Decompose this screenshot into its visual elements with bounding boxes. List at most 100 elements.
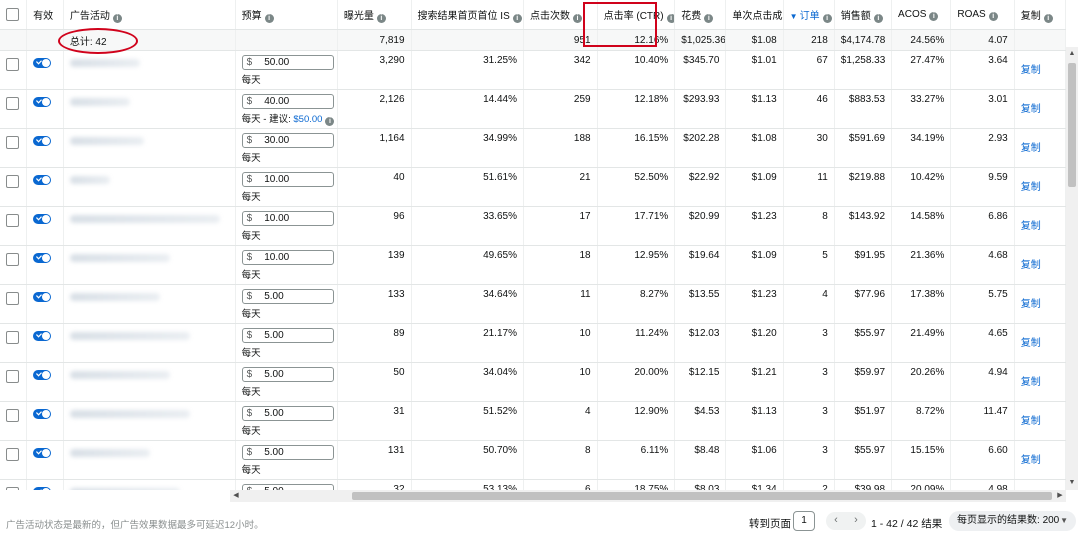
cell-ctr: 11.24%: [597, 323, 676, 363]
toggle-on-icon[interactable]: [33, 409, 52, 419]
copy-link[interactable]: 复制: [1021, 295, 1041, 310]
campaign-name-redacted[interactable]: [69, 98, 130, 106]
toggle-on-icon[interactable]: [33, 448, 52, 458]
campaign-name-redacted[interactable]: [69, 215, 220, 223]
info-icon[interactable]: i: [929, 11, 939, 21]
vertical-scroll-thumb[interactable]: [1068, 63, 1076, 187]
budget-suggestion-link[interactable]: $50.00: [293, 114, 322, 125]
budget-input[interactable]: $10.00: [241, 211, 334, 226]
row-checkbox[interactable]: [6, 331, 19, 344]
campaign-name-redacted[interactable]: [69, 488, 180, 490]
row-checkbox[interactable]: [6, 136, 19, 149]
horizontal-scroll-thumb[interactable]: [352, 492, 1052, 500]
info-icon[interactable]: i: [988, 11, 998, 21]
campaign-name-redacted[interactable]: [69, 332, 190, 340]
info-icon[interactable]: i: [112, 13, 122, 23]
per-page-select[interactable]: 每页显示的结果数: 200 ▼: [949, 511, 1076, 531]
row-checkbox[interactable]: [6, 370, 19, 383]
copy-link[interactable]: 复制: [1021, 139, 1041, 154]
header-orders[interactable]: ▼ 订单 i: [783, 0, 835, 30]
budget-input[interactable]: $10.00: [241, 172, 334, 187]
header-select-all[interactable]: [0, 0, 28, 30]
toggle-on-icon[interactable]: [33, 370, 52, 380]
scroll-down-icon[interactable]: ▼: [1066, 478, 1078, 488]
row-checkbox[interactable]: [6, 487, 19, 490]
header-impressions[interactable]: 曝光量 i: [337, 0, 412, 30]
info-icon[interactable]: i: [376, 13, 386, 23]
row-checkbox[interactable]: [6, 292, 19, 305]
toggle-on-icon[interactable]: [33, 214, 52, 224]
header-roas[interactable]: ROAS i: [950, 0, 1015, 30]
copy-link[interactable]: 复制: [1021, 334, 1041, 349]
chevron-left-icon[interactable]: ‹: [826, 512, 846, 530]
toggle-on-icon[interactable]: [33, 292, 52, 302]
header-ctr[interactable]: 点击率 (CTR) i: [597, 0, 676, 30]
header-budget[interactable]: 预算 i: [235, 0, 338, 30]
budget-input[interactable]: $10.00: [241, 250, 334, 265]
info-icon[interactable]: i: [704, 13, 714, 23]
scroll-left-icon[interactable]: ◀: [230, 490, 242, 502]
header-cpc[interactable]: 单次点击成本 (C: [725, 0, 784, 30]
header-sales[interactable]: 销售额 i: [834, 0, 893, 30]
campaign-name-redacted[interactable]: [69, 137, 144, 145]
toggle-on-icon[interactable]: [33, 175, 52, 185]
header-top-of-search-is[interactable]: 搜索结果首页首位 IS i: [411, 0, 524, 30]
toggle-on-icon[interactable]: [33, 136, 52, 146]
select-all-checkbox[interactable]: [6, 8, 19, 21]
budget-input[interactable]: $5.00: [241, 406, 334, 421]
info-icon[interactable]: i: [822, 13, 832, 23]
copy-link[interactable]: 复制: [1021, 61, 1041, 76]
toggle-on-icon[interactable]: [33, 331, 52, 341]
campaign-name-redacted[interactable]: [69, 254, 170, 262]
info-icon[interactable]: i: [512, 13, 522, 23]
header-spend[interactable]: 花费 i: [674, 0, 727, 30]
header-acos[interactable]: ACOS i: [891, 0, 952, 30]
copy-link[interactable]: 复制: [1021, 412, 1041, 427]
budget-input[interactable]: $40.00: [241, 94, 334, 109]
info-icon[interactable]: i: [572, 13, 582, 23]
toggle-on-icon[interactable]: [33, 58, 52, 68]
campaign-name-redacted[interactable]: [69, 293, 160, 301]
row-checkbox[interactable]: [6, 175, 19, 188]
toggle-on-icon[interactable]: [33, 97, 52, 107]
copy-link[interactable]: 复制: [1021, 256, 1041, 271]
row-checkbox[interactable]: [6, 214, 19, 227]
info-icon[interactable]: i: [325, 117, 335, 126]
copy-link[interactable]: 复制: [1021, 451, 1041, 466]
scroll-up-icon[interactable]: ▲: [1066, 49, 1078, 59]
budget-input[interactable]: $5.00: [241, 367, 334, 382]
campaign-name-redacted[interactable]: [69, 176, 110, 184]
scroll-right-icon[interactable]: ▶: [1054, 490, 1066, 502]
chevron-right-icon[interactable]: ›: [846, 512, 866, 530]
header-campaign[interactable]: 广告活动 i: [63, 0, 236, 30]
budget-input[interactable]: $30.00: [241, 133, 334, 148]
campaign-name-redacted[interactable]: [69, 410, 190, 418]
info-icon[interactable]: i: [264, 13, 274, 23]
row-checkbox[interactable]: [6, 58, 19, 71]
toggle-on-icon[interactable]: [33, 487, 52, 490]
info-icon[interactable]: i: [1043, 13, 1053, 23]
info-icon[interactable]: i: [873, 13, 883, 23]
info-icon[interactable]: i: [666, 13, 674, 23]
row-checkbox[interactable]: [6, 97, 19, 110]
header-clicks[interactable]: 点击次数 i: [523, 0, 598, 30]
campaign-name-redacted[interactable]: [69, 449, 150, 457]
campaign-name-redacted[interactable]: [69, 371, 170, 379]
budget-input[interactable]: $5.00: [241, 328, 334, 343]
vertical-scrollbar[interactable]: ▲ ▼: [1066, 47, 1078, 490]
horizontal-scrollbar[interactable]: ◀ ▶: [230, 490, 1066, 502]
cell-acos: 8.72%: [891, 401, 952, 441]
copy-link[interactable]: 复制: [1021, 373, 1041, 388]
page-number-input[interactable]: 1: [793, 511, 815, 531]
copy-link[interactable]: 复制: [1021, 217, 1041, 232]
toggle-on-icon[interactable]: [33, 253, 52, 263]
copy-link[interactable]: 复制: [1021, 178, 1041, 193]
row-checkbox[interactable]: [6, 409, 19, 422]
copy-link[interactable]: 复制: [1021, 100, 1041, 115]
row-checkbox[interactable]: [6, 448, 19, 461]
campaign-name-redacted[interactable]: [69, 59, 140, 67]
budget-input[interactable]: $5.00: [241, 445, 334, 460]
row-checkbox[interactable]: [6, 253, 19, 266]
budget-input[interactable]: $5.00: [241, 289, 334, 304]
budget-input[interactable]: $50.00: [241, 55, 334, 70]
